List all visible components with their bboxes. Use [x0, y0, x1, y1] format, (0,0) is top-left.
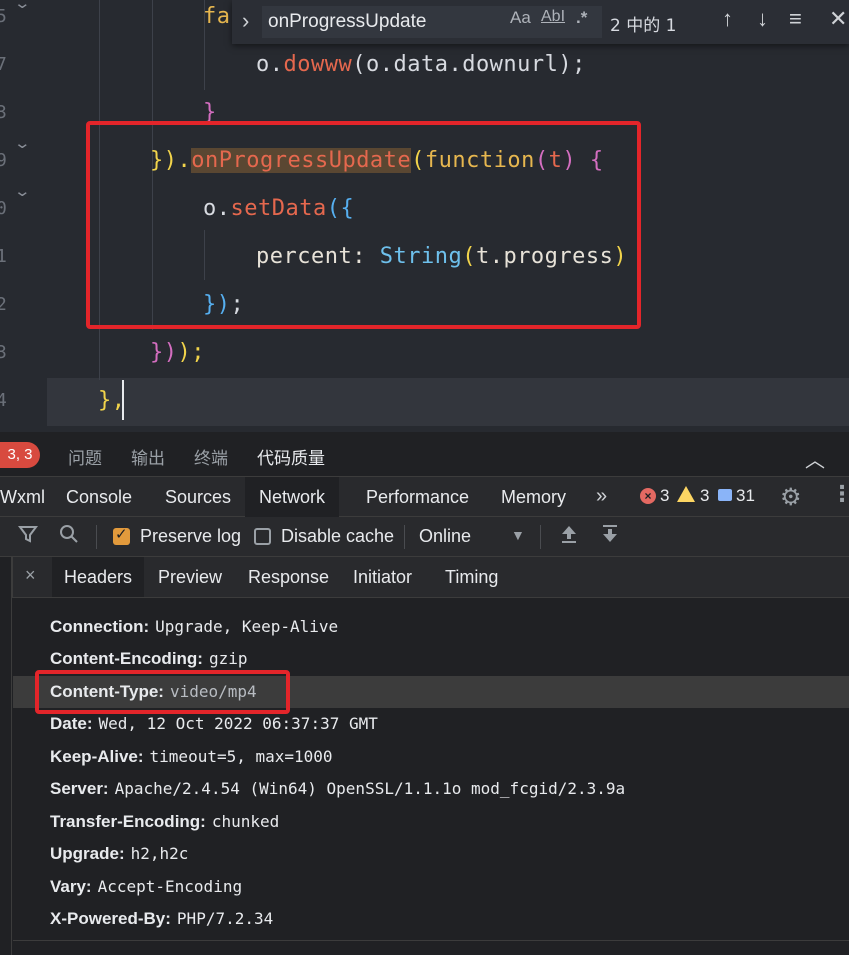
message-icon — [718, 489, 732, 501]
disable-cache-label[interactable]: Disable cache — [281, 526, 394, 547]
toolbar-divider — [404, 525, 405, 549]
text-cursor — [122, 380, 124, 420]
tab-output[interactable]: 输出 — [131, 444, 165, 469]
header-row[interactable]: Keep-Alive: timeout=5, max=1000 — [13, 741, 849, 773]
toolbar-divider — [540, 525, 541, 549]
tab-problems[interactable]: 问题 — [68, 444, 102, 469]
code-line: })); — [150, 340, 205, 365]
tab-response[interactable]: Response — [236, 557, 341, 597]
network-toolbar: Preserve log Disable cache Online ▼ — [0, 517, 849, 557]
find-result-count: 2 中的 1 — [610, 16, 677, 36]
code-editor[interactable]: 5 7 3 9 0 1 2 3 4 ⌄ ⌄ ⌄ fa o.dowww(o.dat… — [0, 0, 849, 432]
line-number: 7 — [0, 54, 7, 75]
tab-preview[interactable]: Preview — [146, 557, 234, 597]
toggle-replace-chevron-icon[interactable]: › — [242, 8, 249, 34]
preserve-log-checkbox[interactable] — [113, 525, 130, 545]
error-x-icon: × — [640, 488, 656, 504]
collapse-panel-chevron-up-icon[interactable]: ︿ — [805, 444, 825, 473]
tab-code-quality[interactable]: 代码质量 — [257, 444, 325, 469]
find-widget: › Aa AbI .* 2 中的 1 ↑ ↓ ≡ ✕ — [232, 0, 849, 44]
request-detail-tab-bar: × Headers Preview Response Initiator Tim… — [12, 557, 849, 598]
match-whole-word-button[interactable]: AbI — [541, 8, 565, 26]
error-count-badge[interactable]: 3, 3 — [0, 442, 40, 468]
header-row[interactable]: Server: Apache/2.4.54 (Win64) OpenSSL/1.1… — [13, 773, 849, 805]
fold-chevron-icon[interactable]: ⌄ — [13, 182, 31, 200]
code-line: o.dowww(o.data.downurl); — [256, 52, 586, 77]
throttling-select[interactable]: Online — [419, 526, 471, 547]
warning-count[interactable]: 3 — [700, 486, 709, 506]
import-har-upload-icon[interactable] — [559, 523, 579, 551]
close-detail-icon[interactable]: × — [25, 565, 36, 586]
code-line: fa — [203, 4, 231, 29]
line-number: 2 — [0, 294, 7, 315]
tab-initiator[interactable]: Initiator — [341, 557, 424, 597]
tab-network[interactable]: Network — [245, 477, 340, 517]
header-row[interactable]: Upgrade: h2,h2c — [13, 838, 849, 870]
header-row[interactable]: X-Powered-By: PHP/7.2.34 — [13, 903, 849, 935]
message-count[interactable]: 31 — [736, 486, 755, 506]
export-har-download-icon[interactable] — [600, 523, 620, 551]
response-headers-list: Connection: Upgrade, Keep-Alive Content-E… — [13, 598, 849, 955]
find-in-selection-icon[interactable]: ≡ — [789, 6, 802, 32]
header-row[interactable]: Vary: Accept-Encoding — [13, 871, 849, 903]
fold-chevron-icon[interactable]: ⌄ — [13, 134, 31, 152]
line-number: 1 — [0, 246, 7, 267]
previous-match-arrow-up-icon[interactable]: ↑ — [722, 6, 733, 32]
search-icon[interactable] — [58, 523, 80, 551]
tab-headers[interactable]: Headers — [52, 557, 145, 597]
warning-triangle-icon — [677, 486, 695, 502]
close-find-icon[interactable]: ✕ — [829, 6, 847, 32]
tab-terminal[interactable]: 终端 — [194, 444, 228, 469]
line-number: 5 — [0, 6, 7, 27]
tab-performance[interactable]: Performance — [352, 477, 483, 517]
next-match-arrow-down-icon[interactable]: ↓ — [757, 6, 768, 32]
preserve-log-label[interactable]: Preserve log — [140, 526, 241, 547]
throttling-dropdown-arrow-icon[interactable]: ▼ — [511, 527, 525, 543]
tab-sources[interactable]: Sources — [151, 477, 245, 517]
line-number: 3 — [0, 342, 7, 363]
fold-chevron-icon[interactable]: ⌄ — [13, 0, 31, 12]
devtools-tab-bar: Wxml Console Sources Network Performance… — [0, 476, 849, 517]
line-number: 4 — [0, 390, 7, 411]
more-tabs-chevron-icon[interactable]: » — [596, 485, 607, 508]
header-row[interactable]: Connection: Upgrade, Keep-Alive — [13, 611, 849, 643]
settings-gear-icon[interactable]: ⚙ — [780, 483, 802, 512]
line-number: 3 — [0, 102, 7, 123]
annotation-box-code — [86, 121, 641, 329]
panel-divider — [13, 940, 849, 941]
request-list-edge — [0, 557, 12, 955]
annotation-box-content-type — [35, 670, 290, 714]
match-case-button[interactable]: Aa — [510, 8, 531, 28]
disable-cache-checkbox[interactable] — [254, 528, 271, 545]
tab-wxml[interactable]: Wxml — [0, 477, 59, 517]
error-count[interactable]: 3 — [660, 486, 669, 506]
more-options-kebab-icon[interactable]: ⋮ — [831, 481, 849, 507]
tab-console[interactable]: Console — [52, 477, 146, 517]
use-regex-button[interactable]: .* — [576, 8, 587, 28]
line-number: 9 — [0, 150, 7, 171]
header-row[interactable]: Transfer-Encoding: chunked — [13, 806, 849, 838]
panel-tab-bar: 3, 3 问题 输出 终端 代码质量 ︿ — [0, 432, 849, 476]
tab-timing[interactable]: Timing — [433, 557, 510, 597]
toolbar-divider — [96, 525, 97, 549]
line-number: 0 — [0, 198, 7, 219]
filter-funnel-icon[interactable] — [17, 523, 39, 551]
tab-memory[interactable]: Memory — [487, 477, 580, 517]
